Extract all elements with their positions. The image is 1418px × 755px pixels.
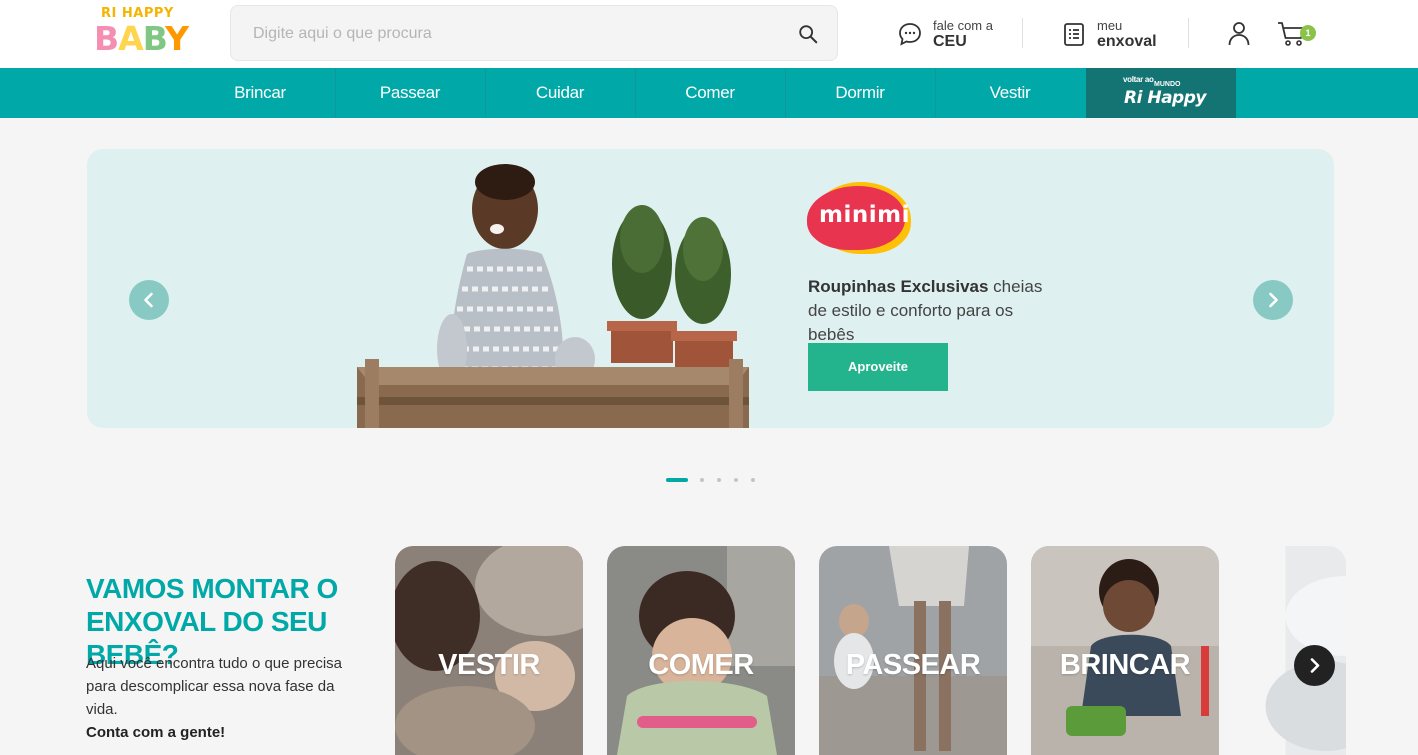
- nav-item-dormir[interactable]: Dormir: [785, 68, 935, 118]
- meu-enxoval-link[interactable]: meu enxoval: [1061, 14, 1157, 54]
- chat-ceu-link[interactable]: fale com a CEU: [897, 14, 993, 54]
- carousel-dot-3[interactable]: [717, 478, 721, 482]
- header-divider: [1022, 18, 1023, 48]
- user-account-icon[interactable]: [1226, 20, 1252, 46]
- enxoval-cta-text: Conta com a gente!: [86, 724, 226, 741]
- category-card-label: PASSEAR: [845, 649, 981, 681]
- logo-letter: B: [94, 19, 119, 58]
- enxoval-description: Aqui você encontra tudo o que precisa pa…: [86, 655, 343, 718]
- logo-letter: Y: [165, 19, 189, 58]
- chevron-right-icon: [1310, 658, 1320, 673]
- category-card-partial[interactable]: [1243, 546, 1346, 755]
- cart-count-badge: 1: [1300, 25, 1316, 41]
- carousel-dot-4[interactable]: [734, 478, 738, 482]
- search-input[interactable]: [253, 20, 773, 48]
- nav-item-cuidar[interactable]: Cuidar: [485, 68, 635, 118]
- carousel-dot-2[interactable]: [700, 478, 704, 482]
- aproveite-button[interactable]: Aproveite: [808, 343, 948, 391]
- banner-prev-button[interactable]: [129, 280, 169, 320]
- nav-item-vestir[interactable]: Vestir: [935, 68, 1085, 118]
- category-card-vestir[interactable]: VESTIR: [395, 546, 583, 755]
- nav-item-passear[interactable]: Passear: [335, 68, 485, 118]
- chat-bubble-icon: [899, 23, 921, 46]
- carousel-dot-5[interactable]: [751, 478, 755, 482]
- hero-banner: minimi Roupinhas Exclusivas cheias de es…: [87, 149, 1334, 428]
- back-to-ri-happy-link[interactable]: voltar ao MUNDO Ri Happy: [1086, 68, 1236, 118]
- category-card-comer[interactable]: COMER: [607, 546, 795, 755]
- back-line-2: MUNDO: [1154, 81, 1181, 88]
- minimi-logo: minimi: [807, 180, 917, 256]
- category-card-passear[interactable]: PASSEAR: [819, 546, 1007, 755]
- banner-text: Roupinhas Exclusivas cheias de estilo e …: [808, 275, 1048, 347]
- ri-happy-logo: Ri Happy: [1124, 88, 1206, 108]
- ceu-label: CEU: [933, 33, 967, 50]
- nav-item-comer[interactable]: Comer: [635, 68, 785, 118]
- category-card-label: VESTIR: [438, 649, 540, 681]
- ri-happy-baby-logo[interactable]: RI HAPPY BABY: [94, 4, 189, 62]
- ceu-small-label: fale com a: [933, 18, 993, 33]
- enxoval-small-label: meu: [1097, 18, 1123, 33]
- search-bar: [230, 5, 838, 61]
- baby-in-wooden-crate-photo: [357, 164, 749, 428]
- cards-next-button[interactable]: [1294, 645, 1335, 686]
- logo-letter: A: [118, 19, 144, 58]
- logo-letter: B: [142, 19, 166, 58]
- logo-bottom-text: BABY: [94, 19, 189, 58]
- minimi-logo-text: minimi: [819, 202, 910, 228]
- search-icon[interactable]: [797, 23, 819, 45]
- banner-next-button[interactable]: [1253, 280, 1293, 320]
- list-document-icon: [1064, 23, 1084, 46]
- chevron-left-icon: [144, 292, 153, 308]
- chevron-right-icon: [1269, 292, 1278, 308]
- category-card-label: COMER: [648, 649, 754, 681]
- banner-text-bold: Roupinhas Exclusivas: [808, 277, 989, 296]
- back-line-1: voltar ao: [1123, 75, 1154, 84]
- enxoval-label: enxoval: [1097, 33, 1157, 50]
- category-card-brincar[interactable]: BRINCAR: [1031, 546, 1219, 755]
- carousel-dot-1[interactable]: [666, 478, 688, 482]
- category-card-label: BRINCAR: [1059, 649, 1191, 681]
- header: RI HAPPY BABY fale com a CEU meu: [0, 0, 1418, 68]
- nav-item-brincar[interactable]: Brincar: [185, 68, 335, 118]
- category-nav: Brincar Passear Cuidar Comer Dormir Vest…: [0, 68, 1418, 118]
- header-divider: [1188, 18, 1189, 48]
- bedding-photo: [1265, 546, 1346, 755]
